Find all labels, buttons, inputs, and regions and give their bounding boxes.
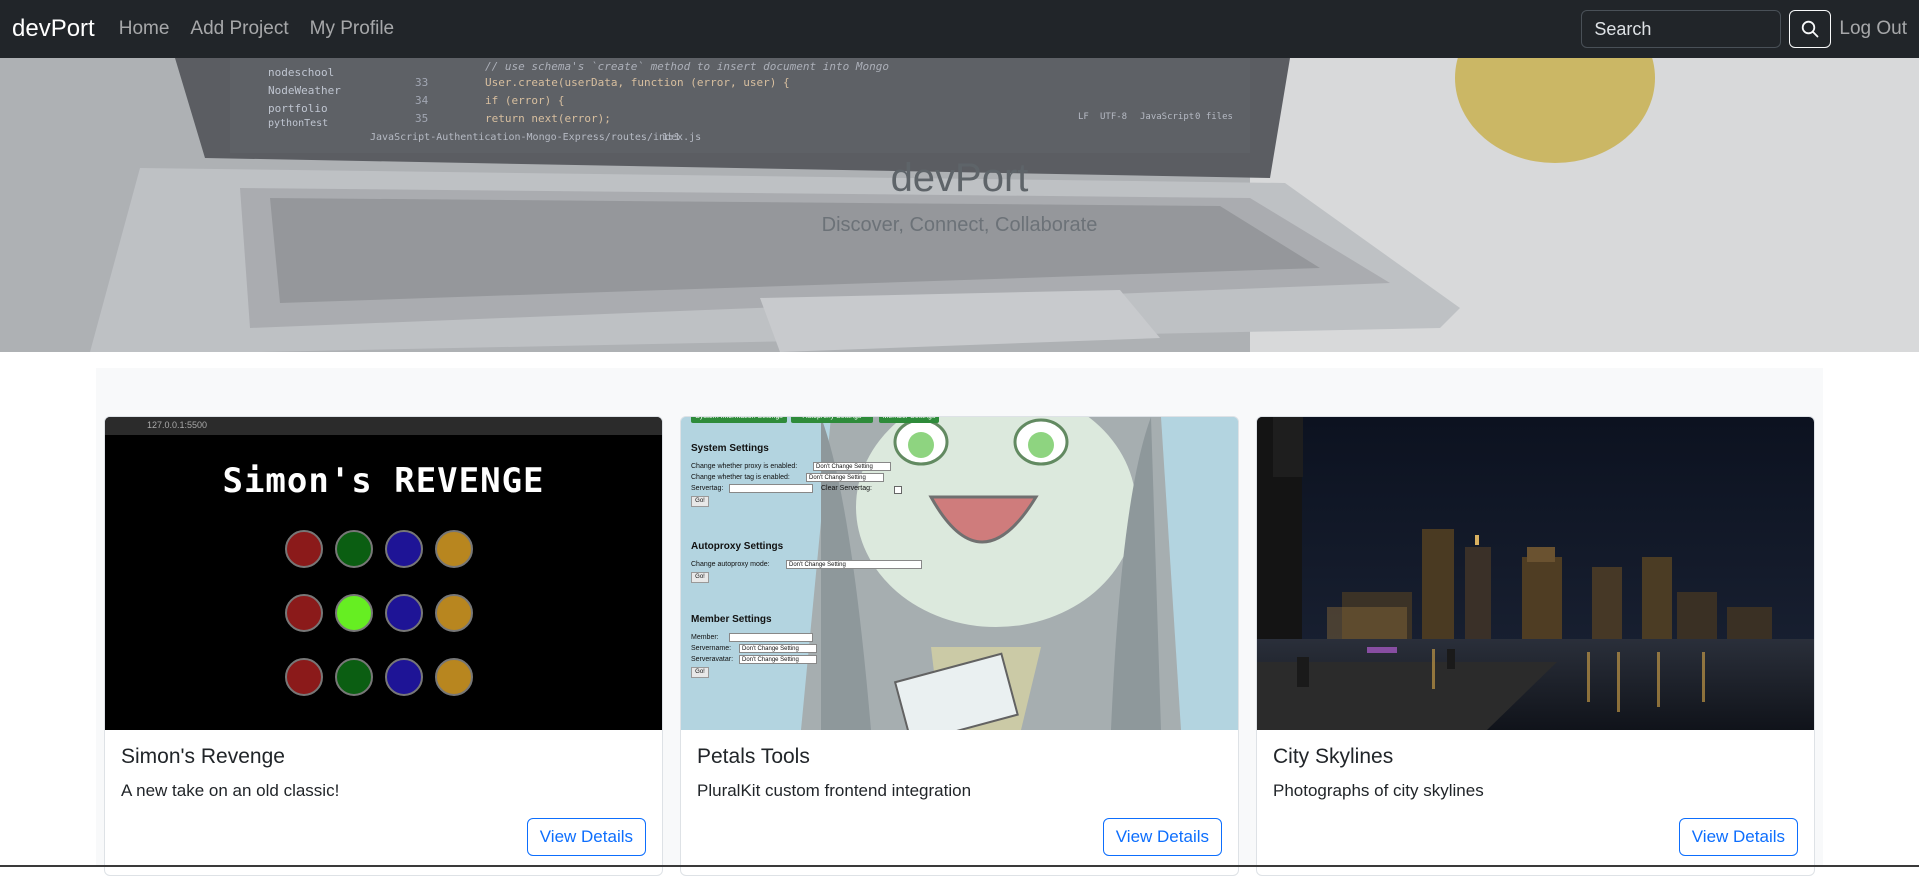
form-select: Don't Change Setting <box>813 462 891 471</box>
form-row-label: Change autoproxy mode: <box>691 561 770 568</box>
form-top-button: System Information Settings <box>691 417 787 423</box>
search-button[interactable] <box>1789 10 1832 48</box>
project-card: 127.0.0.1:5500 Simon's REVENGE Simon's R… <box>104 416 663 876</box>
brand-logo[interactable]: devPort <box>12 15 95 43</box>
form-text-field <box>729 484 813 493</box>
nav-link-home[interactable]: Home <box>119 18 170 40</box>
hero-title: devPort <box>890 156 1029 200</box>
form-section-heading: Autoproxy Settings <box>691 541 784 552</box>
simon-color-button <box>435 530 473 568</box>
form-top-button: Member Settings <box>879 417 939 423</box>
form-checkbox <box>894 486 902 494</box>
form-section-heading: Member Settings <box>691 614 772 625</box>
browser-address: 127.0.0.1:5500 <box>147 420 208 430</box>
form-row-label: Serveravatar: <box>691 656 734 663</box>
form-row-label: Servertag: <box>691 485 724 492</box>
nav-right: Log Out <box>1581 10 1907 48</box>
search-icon <box>1802 20 1819 38</box>
form-select: Don't Change Setting <box>806 473 884 482</box>
card-text: PluralKit custom frontend integration <box>697 781 972 800</box>
form-select: Don't Change Setting <box>739 655 817 664</box>
simon-color-button <box>285 530 323 568</box>
simon-color-button <box>335 658 373 696</box>
simon-color-button <box>335 530 373 568</box>
simon-color-button <box>435 658 473 696</box>
project-card: City Skylines Photographs of city skylin… <box>1256 416 1815 876</box>
form-top-button: Autoproxy Settings <box>791 417 873 423</box>
settings-form-screenshot: System Information Settings Autoproxy Set… <box>691 417 951 730</box>
form-select: Don't Change Setting <box>739 644 817 653</box>
card-title: Simon's Revenge <box>121 745 285 768</box>
simon-color-button <box>385 594 423 632</box>
search-input[interactable] <box>1581 10 1782 48</box>
nav-link-my-profile[interactable]: My Profile <box>310 18 394 40</box>
hero-subtitle: Discover, Connect, Collaborate <box>821 214 1098 236</box>
card-image-simons-revenge[interactable]: 127.0.0.1:5500 Simon's REVENGE <box>105 417 662 730</box>
card-title: Petals Tools <box>697 745 810 768</box>
form-row-label: Change whether proxy is enabled: <box>691 463 798 470</box>
game-title: Simon's REVENGE <box>222 461 545 501</box>
view-details-button[interactable]: View Details <box>526 818 646 856</box>
simon-color-button <box>435 594 473 632</box>
form-row-label: Change whether tag is enabled: <box>691 474 790 481</box>
simon-color-button <box>385 530 423 568</box>
simon-color-button <box>285 594 323 632</box>
hero-banner: nodeschool NodeWeather portfolio pythonT… <box>0 58 1919 352</box>
navbar: devPort Home Add Project My Profile Log … <box>0 0 1919 58</box>
city-skyline-photo <box>1257 417 1814 730</box>
form-select: Don't Change Setting <box>786 560 922 569</box>
form-row-label: Member: <box>691 634 719 641</box>
form-text-field <box>729 633 813 642</box>
project-card: System Information Settings Autoproxy Set… <box>680 416 1239 876</box>
simon-color-button <box>335 594 373 632</box>
form-row-label: Clear Servertag: <box>821 485 872 492</box>
nav-link-add-project[interactable]: Add Project <box>190 18 288 40</box>
simon-color-button <box>285 658 323 696</box>
form-section-heading: System Settings <box>691 443 769 454</box>
form-go-button: Go! <box>691 667 709 678</box>
form-go-button: Go! <box>691 572 709 583</box>
simon-color-button <box>385 658 423 696</box>
hero-overlay <box>0 58 1919 352</box>
view-details-button[interactable]: View Details <box>1102 818 1222 856</box>
card-text: Photographs of city skylines <box>1273 781 1484 800</box>
projects-container: 127.0.0.1:5500 Simon's REVENGE Simon's R… <box>96 368 1823 876</box>
browser-toolbar: 127.0.0.1:5500 <box>105 417 662 435</box>
card-image-city-skylines[interactable] <box>1257 417 1814 730</box>
card-title: City Skylines <box>1273 745 1394 768</box>
card-text: A new take on an old classic! <box>121 781 340 800</box>
logout-link[interactable]: Log Out <box>1839 18 1907 40</box>
view-details-button[interactable]: View Details <box>1678 818 1798 856</box>
form-go-button: Go! <box>691 496 709 507</box>
form-row-label: Servername: <box>691 645 732 652</box>
card-image-petals-tools[interactable]: System Information Settings Autoproxy Set… <box>681 417 1238 730</box>
